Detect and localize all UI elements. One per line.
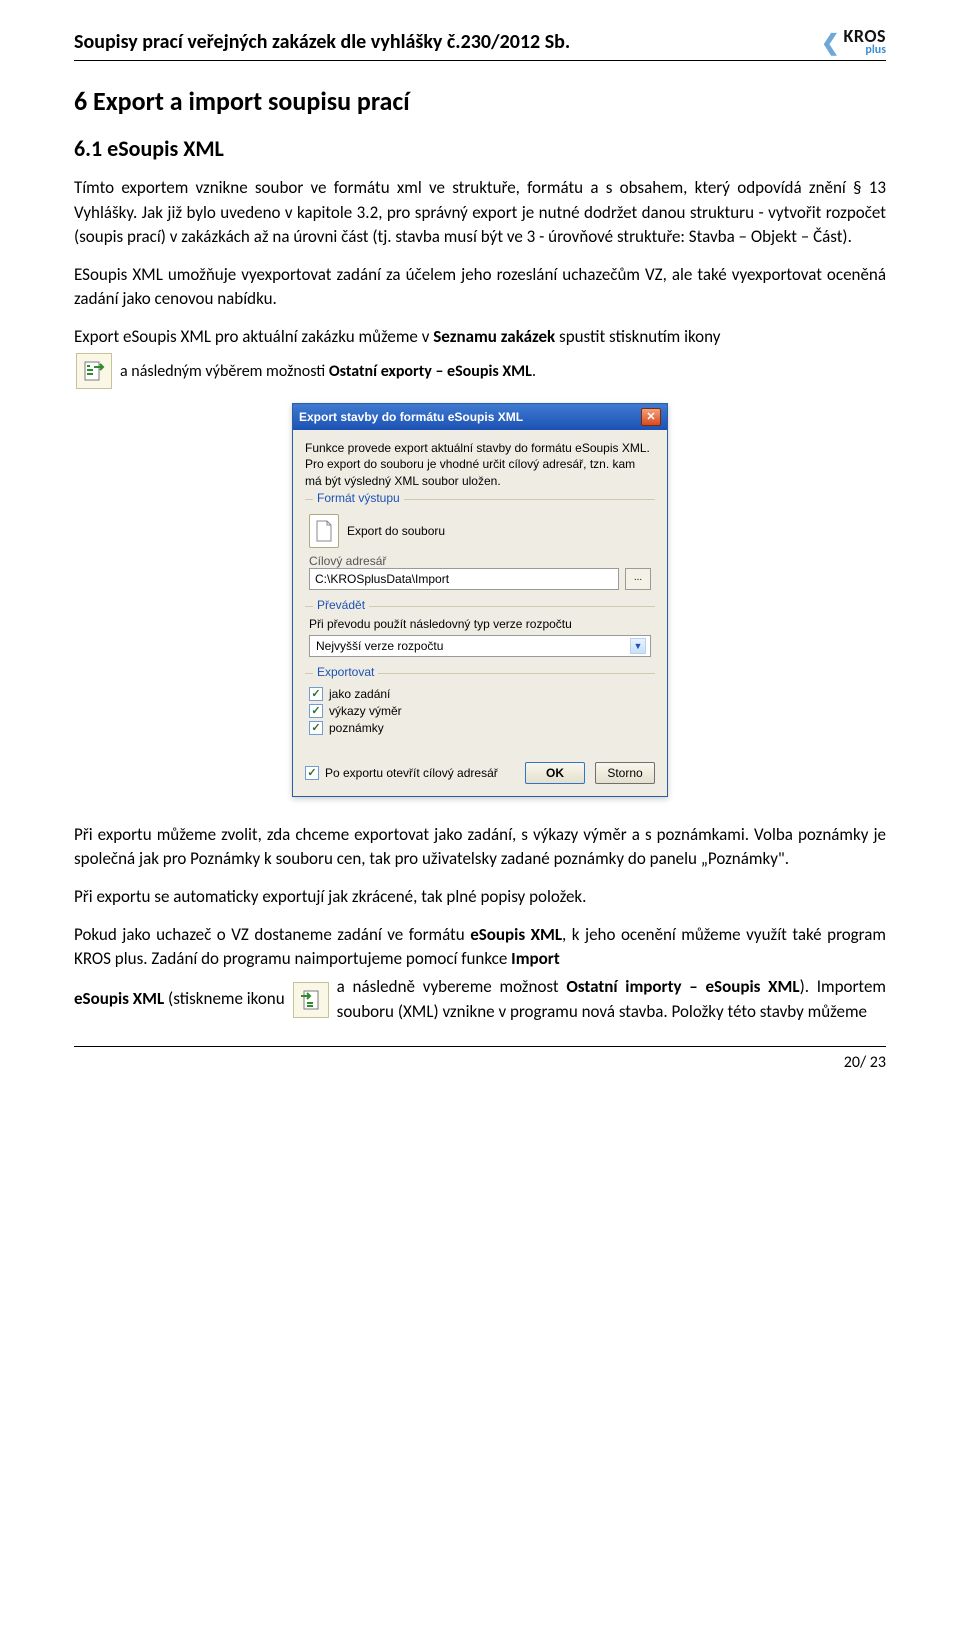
close-icon[interactable]: ✕ (641, 408, 661, 426)
version-select[interactable]: Nejvyšší verze rozpočtu ▼ (309, 635, 651, 657)
checkbox-icon: ✓ (309, 721, 323, 735)
paragraph-6: Pokud jako uchazeč o VZ dostaneme zadání… (74, 923, 886, 971)
ok-button[interactable]: OK (525, 762, 585, 784)
target-dir-input[interactable]: C:\KROSplusData\Import (309, 568, 619, 590)
page-header-title: Soupisy prací veřejných zakázek dle vyhl… (74, 30, 570, 54)
check-notes[interactable]: ✓ poznámky (309, 721, 651, 735)
group-export-label: Exportovat (313, 665, 378, 679)
export-dialog: Export stavby do formátu eSoupis XML ✕ F… (292, 403, 668, 797)
checkbox-icon: ✓ (305, 766, 319, 780)
paragraph-1: Tímto exportem vznikne soubor ve formátu… (74, 176, 886, 248)
browse-button[interactable]: ... (625, 568, 651, 590)
convert-hint: Při převodu použít následovný typ verze … (309, 617, 651, 631)
paragraph-3-line1: Export eSoupis XML pro aktuální zakázku … (74, 325, 886, 349)
group-format-label: Formát výstupu (313, 491, 404, 505)
footer-divider (74, 1046, 886, 1047)
paragraph-2: ESoupis XML umožňuje vyexportovat zadání… (74, 263, 886, 311)
dialog-title: Export stavby do formátu eSoupis XML (299, 410, 523, 424)
brand-logo: ❮ KROS plus (821, 28, 886, 56)
checkbox-icon: ✓ (309, 704, 323, 718)
group-convert-label: Převádět (313, 598, 369, 612)
check-bill-of-quantities[interactable]: ✓ výkazy výměr (309, 704, 651, 718)
export-icon (76, 353, 112, 389)
dialog-description: Funkce provede export aktuální stavby do… (305, 440, 655, 489)
paragraph-4: Při exportu můžeme zvolit, zda chceme ex… (74, 823, 886, 871)
check-as-assignment[interactable]: ✓ jako zadání (309, 687, 651, 701)
file-icon[interactable] (309, 514, 339, 548)
cancel-button[interactable]: Storno (595, 762, 655, 784)
paragraph-3-line2: a následným výběrem možnosti Ostatní exp… (120, 362, 886, 381)
version-select-value: Nejvyšší verze rozpočtu (316, 639, 443, 653)
subsection-heading: 6.1 eSoupis XML (74, 135, 886, 162)
chevron-down-icon: ▼ (630, 638, 646, 654)
page-number: 20/ 23 (74, 1053, 886, 1072)
target-dir-label: Cílový adresář (309, 554, 651, 568)
check-open-folder[interactable]: ✓ Po exportu otevřít cílový adresář (305, 766, 498, 780)
section-heading: 6 Export a import soupisu prací (74, 85, 886, 117)
dialog-titlebar[interactable]: Export stavby do formátu eSoupis XML ✕ (293, 404, 667, 430)
header-divider (74, 60, 886, 61)
export-to-file-label: Export do souboru (347, 524, 445, 538)
chevron-left-icon: ❮ (821, 29, 839, 56)
paragraph-5: Při exportu se automaticky exportují jak… (74, 885, 886, 909)
import-icon (293, 982, 329, 1018)
checkbox-icon: ✓ (309, 687, 323, 701)
paragraph-7: eSoupis XML (stiskneme ikonu a následně … (74, 975, 886, 1023)
